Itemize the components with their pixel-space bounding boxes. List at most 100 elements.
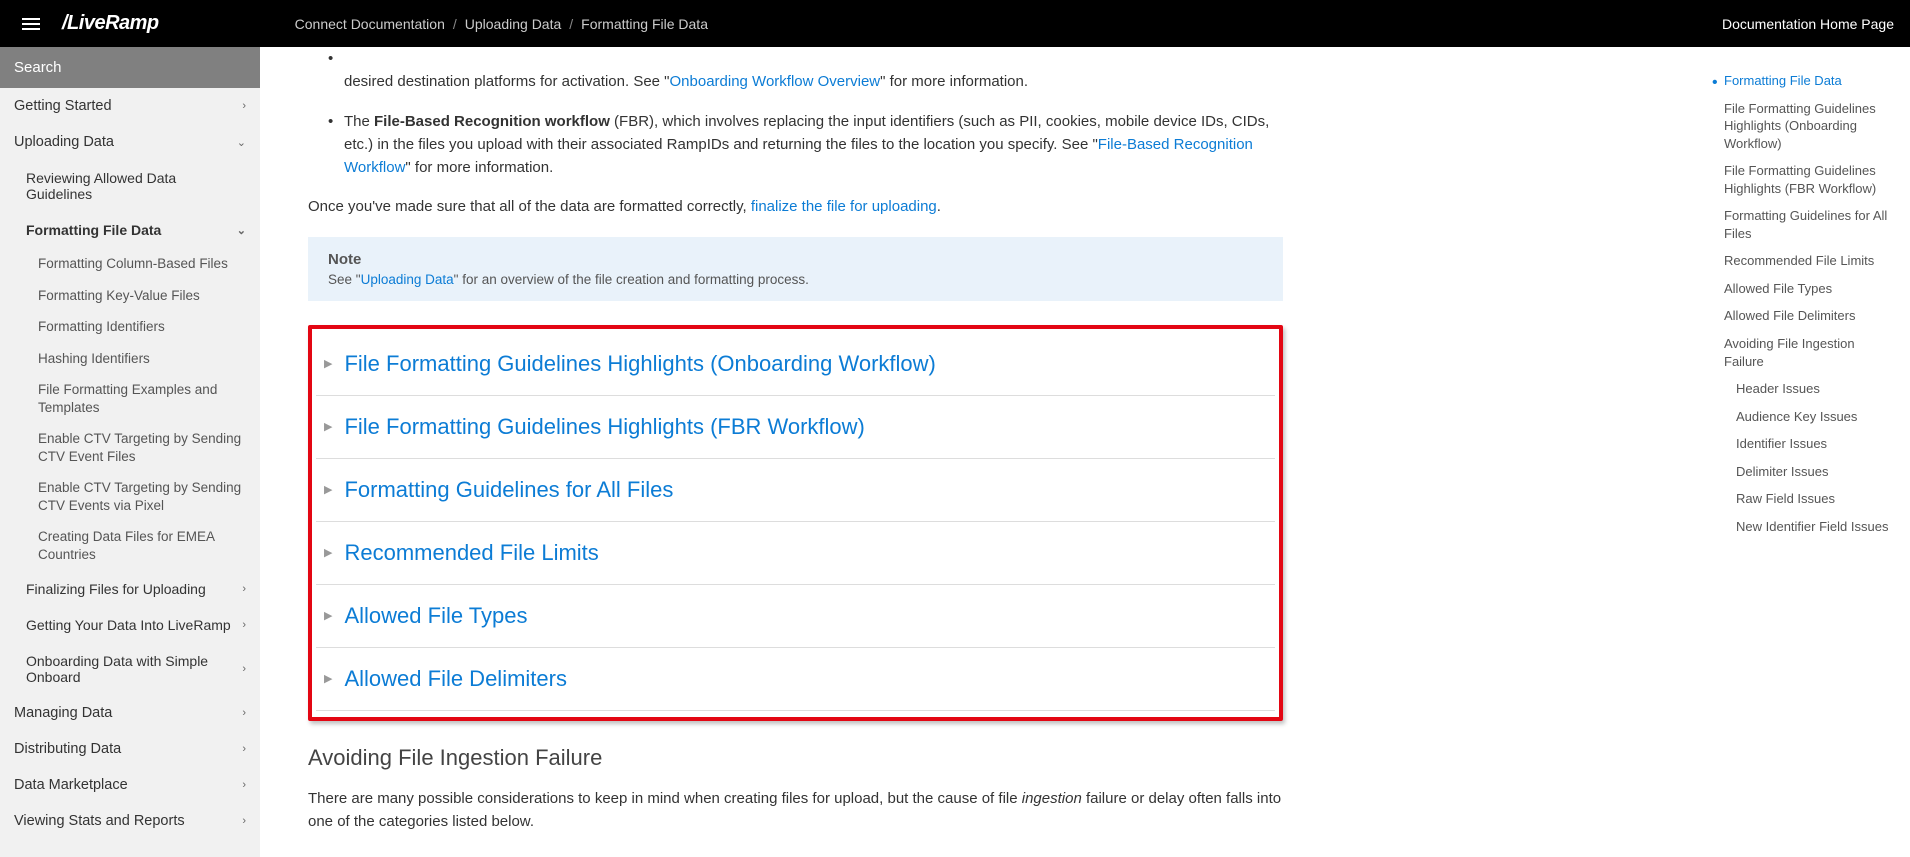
sidebar-item[interactable]: Formatting File Data⌄ xyxy=(0,212,260,248)
sidebar-item[interactable]: Getting Your Data Into LiveRamp› xyxy=(0,607,260,643)
sidebar-item-label: Finalizing Files for Uploading xyxy=(26,581,206,597)
chevron-icon: ⌄ xyxy=(237,136,246,149)
expander-title: File Formatting Guidelines Highlights (O… xyxy=(344,351,935,377)
note-title: Note xyxy=(328,251,1263,268)
toc-link[interactable]: New Identifier Field Issues xyxy=(1724,513,1896,541)
sidebar-item-label: Enable CTV Targeting by Sending CTV Even… xyxy=(38,479,246,514)
chevron-icon: › xyxy=(242,707,246,719)
sidebar-item[interactable]: Uploading Data ⌄ xyxy=(0,124,260,160)
inline-link[interactable]: Onboarding Workflow Overview xyxy=(670,73,881,90)
breadcrumb: Connect Documentation / Uploading Data /… xyxy=(295,16,708,32)
sidebar-item-label: File Formatting Examples and Templates xyxy=(38,381,246,416)
highlighted-section: ▶ File Formatting Guidelines Highlights (… xyxy=(308,325,1283,721)
toc-link[interactable]: Recommended File Limits xyxy=(1724,247,1896,275)
toc-link[interactable]: File Formatting Guidelines Highlights (O… xyxy=(1724,95,1896,158)
body-text: There are many possible considerations t… xyxy=(308,787,1283,834)
breadcrumb-link[interactable]: Uploading Data xyxy=(465,16,562,32)
body-text: desired destination platforms for activa… xyxy=(344,47,1283,94)
toc-link[interactable]: Identifier Issues xyxy=(1724,430,1896,458)
sidebar-item-label: Getting Started xyxy=(14,98,112,114)
sidebar-item-label: Data Marketplace xyxy=(14,777,128,793)
chevron-icon: › xyxy=(242,815,246,827)
breadcrumb-sep: / xyxy=(569,16,573,32)
logo[interactable]: /LiveRamp xyxy=(62,12,159,35)
chevron-icon: › xyxy=(242,583,246,595)
toc-link[interactable]: Formatting Guidelines for All Files xyxy=(1724,202,1896,247)
expand-icon: ▶ xyxy=(324,357,332,370)
toc-link[interactable]: Delimiter Issues xyxy=(1724,458,1896,486)
sidebar-item-label: Hashing Identifiers xyxy=(38,350,150,368)
sidebar-item-label: Uploading Data xyxy=(14,134,114,150)
expander-row[interactable]: ▶ File Formatting Guidelines Highlights (… xyxy=(316,345,1275,396)
expander-row[interactable]: ▶ File Formatting Guidelines Highlights (… xyxy=(316,396,1275,459)
toc-link[interactable]: Audience Key Issues xyxy=(1724,403,1896,431)
sidebar-item[interactable]: Getting Started › xyxy=(0,88,260,124)
expand-icon: ▶ xyxy=(324,420,332,433)
sidebar-item[interactable]: Onboarding Data with Simple Onboard› xyxy=(0,643,260,695)
inline-link[interactable]: finalize the file for uploading xyxy=(751,198,937,215)
sidebar-item[interactable]: Viewing Stats and Reports› xyxy=(0,803,260,839)
expander-row[interactable]: ▶ Recommended File Limits xyxy=(316,522,1275,585)
sidebar-item-label: Distributing Data xyxy=(14,741,121,757)
expander-title: File Formatting Guidelines Highlights (F… xyxy=(344,414,864,440)
sidebar-item[interactable]: Distributing Data › xyxy=(0,731,260,767)
sidebar-item[interactable]: Formatting Identifiers xyxy=(0,311,260,343)
expand-icon: ▶ xyxy=(324,483,332,496)
sidebar-item[interactable]: Enable CTV Targeting by Sending CTV Even… xyxy=(0,423,260,472)
sidebar-item[interactable]: Managing Data › xyxy=(0,695,260,731)
sidebar-item[interactable]: Hashing Identifiers xyxy=(0,343,260,375)
sidebar-item-label: Formatting Column-Based Files xyxy=(38,255,228,273)
toc-link[interactable]: Raw Field Issues xyxy=(1724,485,1896,513)
expander-row[interactable]: ▶ Formatting Guidelines for All Files xyxy=(316,459,1275,522)
toc-link[interactable]: Header Issues xyxy=(1724,375,1896,403)
sidebar-item[interactable]: Finalizing Files for Uploading › xyxy=(0,571,260,607)
list-item: The File-Based Recognition workflow (FBR… xyxy=(344,110,1283,180)
sidebar-item[interactable]: Enable CTV Targeting by Sending CTV Even… xyxy=(0,472,260,521)
search-input[interactable]: Search xyxy=(0,47,260,88)
chevron-icon: › xyxy=(242,743,246,755)
inline-link[interactable]: Uploading Data xyxy=(361,272,454,287)
expander-row[interactable]: ▶Allowed File Delimiters xyxy=(316,648,1275,711)
home-link[interactable]: Documentation Home Page xyxy=(1722,16,1894,32)
sidebar-item[interactable]: Data Marketplace › xyxy=(0,767,260,803)
sidebar-item[interactable]: Creating Data Files for EMEA Countries xyxy=(0,521,260,570)
breadcrumb-sep: / xyxy=(453,16,457,32)
sidebar-item-label: Creating Data Files for EMEA Countries xyxy=(38,528,246,563)
chevron-icon: › xyxy=(242,100,246,112)
expand-icon: ▶ xyxy=(324,546,332,559)
sidebar-item-label: Enable CTV Targeting by Sending CTV Even… xyxy=(38,430,246,465)
body-text: Once you've made sure that all of the da… xyxy=(308,195,1283,218)
main-content: desired destination platforms for activa… xyxy=(260,47,1710,857)
sidebar-item-label: Managing Data xyxy=(14,705,112,721)
menu-icon[interactable] xyxy=(16,12,46,36)
chevron-icon: ⌄ xyxy=(237,224,246,237)
chevron-icon: › xyxy=(242,779,246,791)
expander-title: Recommended File Limits xyxy=(344,540,598,566)
toc-link[interactable]: Allowed File Types xyxy=(1724,275,1896,303)
sidebar-nav: Search Getting Started › Uploading Data ⌄ Re… xyxy=(0,47,260,857)
note-text: See "Uploading Data" for an overview of … xyxy=(328,272,1263,287)
sidebar-item[interactable]: File Formatting Examples and Templates xyxy=(0,374,260,423)
header-left: /LiveRamp Connect Documentation / Upload… xyxy=(16,12,708,36)
app-header: /LiveRamp Connect Documentation / Upload… xyxy=(0,0,1910,47)
toc-link[interactable]: File Formatting Guidelines Highlights (F… xyxy=(1724,157,1896,202)
toc-link[interactable]: Formatting File Data xyxy=(1724,67,1896,95)
breadcrumb-current: Formatting File Data xyxy=(581,16,708,32)
expander-title: Formatting Guidelines for All Files xyxy=(344,477,673,503)
expand-icon: ▶ xyxy=(324,609,332,622)
sidebar-item[interactable]: Formatting Key-Value Files xyxy=(0,280,260,312)
chevron-icon: › xyxy=(242,663,246,675)
breadcrumb-link[interactable]: Connect Documentation xyxy=(295,16,445,32)
sidebar-item-label: Onboarding Data with Simple Onboard xyxy=(26,653,242,685)
sidebar-item-label: Formatting Key-Value Files xyxy=(38,287,200,305)
expander-row[interactable]: ▶Allowed File Types xyxy=(316,585,1275,648)
sidebar-item[interactable]: Formatting Column-Based Files xyxy=(0,248,260,280)
section-heading: Avoiding File Ingestion Failure xyxy=(308,745,1283,771)
sidebar-item-label: Reviewing Allowed Data Guidelines xyxy=(26,170,246,202)
sidebar-item[interactable]: Reviewing Allowed Data Guidelines xyxy=(0,160,260,212)
toc-link[interactable]: Allowed File Delimiters xyxy=(1724,302,1896,330)
toc-link[interactable]: Avoiding File Ingestion Failure xyxy=(1724,330,1896,375)
chevron-icon: › xyxy=(242,619,246,631)
note-callout: Note See "Uploading Data" for an overvie… xyxy=(308,237,1283,301)
sidebar-item-label: Formatting Identifiers xyxy=(38,318,165,336)
